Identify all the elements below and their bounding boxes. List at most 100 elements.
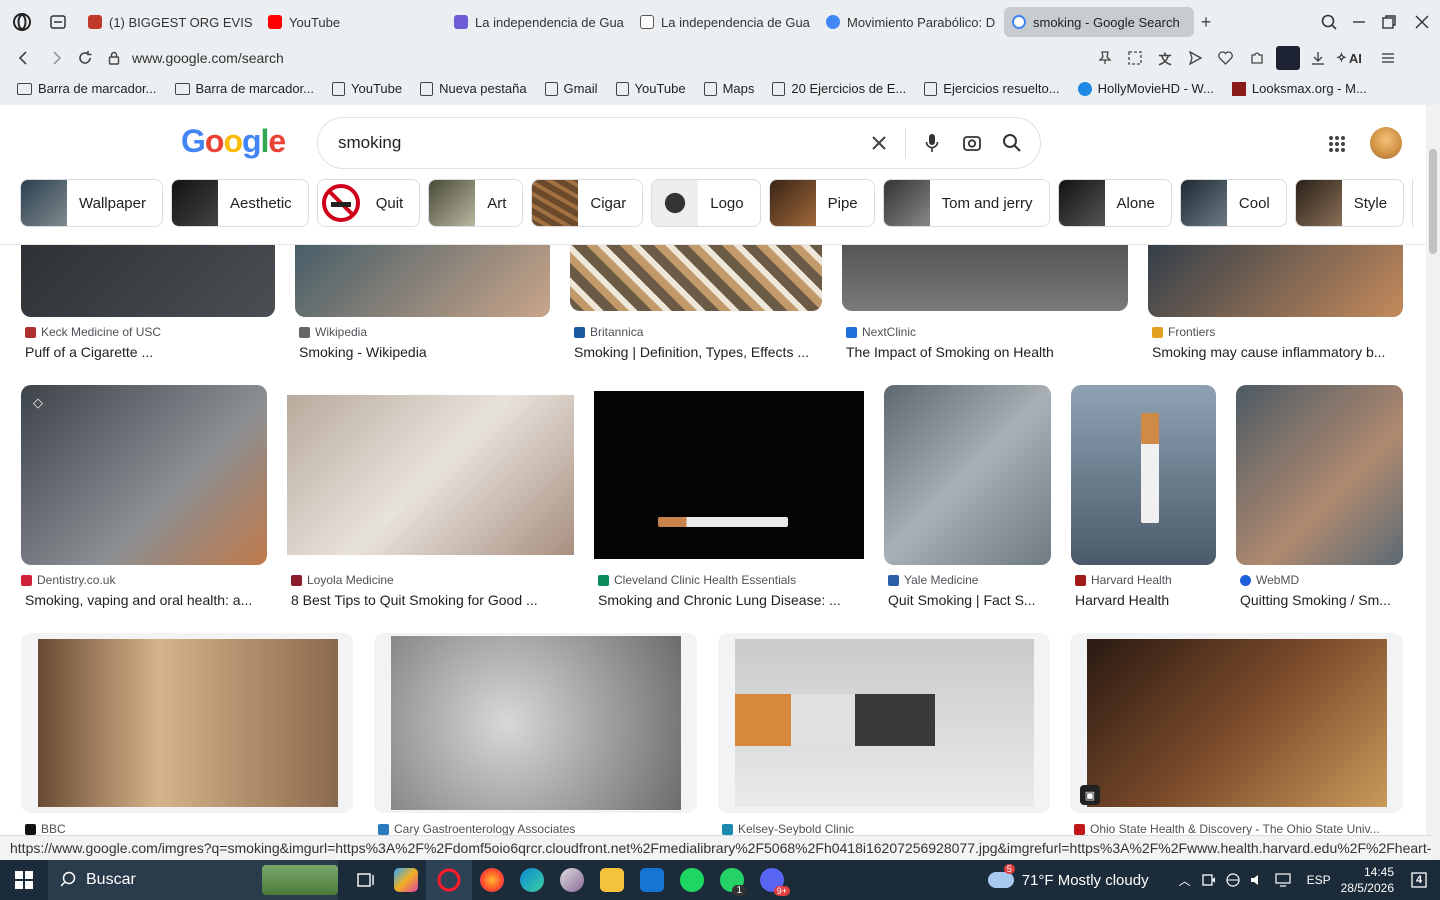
result-source[interactable]: WebMD (1240, 573, 1299, 587)
aria-ai-button[interactable]: ✧ AI (1336, 50, 1370, 66)
url-field[interactable]: www.google.com/search (132, 50, 1092, 66)
snapshot-icon[interactable] (1122, 45, 1148, 71)
workspaces-icon[interactable] (44, 0, 72, 44)
search-icon[interactable] (992, 123, 1032, 163)
tab-2[interactable]: La independencia de Guay (446, 7, 632, 37)
result-title[interactable]: Puff of a Cigarette ... (25, 344, 275, 360)
result-source[interactable]: Wikipedia (299, 325, 367, 339)
new-tab-icon[interactable]: + (1194, 10, 1218, 34)
image-result[interactable]: BBC (21, 633, 353, 843)
easy-setup-icon[interactable] (1374, 45, 1402, 71)
result-title[interactable]: Quit Smoking | Fact S... (888, 592, 1051, 608)
image-result[interactable]: Kelsey-Seybold Clinic (718, 633, 1050, 843)
chip-quit[interactable]: Quit (316, 179, 421, 227)
image-result[interactable]: Keck Medicine of USC Puff of a Cigarette… (21, 225, 275, 365)
search-box[interactable]: smoking (317, 117, 1041, 169)
bookmark-item[interactable]: Gmail (536, 81, 607, 96)
result-source[interactable]: NextClinic (846, 325, 916, 339)
opera-taskbar-icon[interactable] (426, 860, 472, 900)
send-icon[interactable] (1182, 45, 1208, 71)
result-thumbnail[interactable] (1087, 639, 1387, 807)
bookmark-item[interactable]: 20 Ejercicios de E... (763, 81, 915, 96)
voice-search-icon[interactable] (912, 123, 952, 163)
result-thumbnail[interactable] (38, 639, 338, 807)
bookmark-item[interactable]: YouTube (607, 81, 695, 96)
chip-cigar[interactable]: Cigar (531, 179, 644, 227)
bookmark-item[interactable]: YouTube (323, 81, 411, 96)
chip-art[interactable]: Art (428, 179, 524, 227)
bookmark-item[interactable]: Nueva pestaña (411, 81, 535, 96)
scrollbar-thumb[interactable] (1429, 149, 1437, 254)
image-result[interactable]: Wikipedia Smoking - Wikipedia (295, 225, 550, 365)
result-source[interactable]: Dentistry.co.uk (21, 573, 115, 587)
lens-search-icon[interactable] (952, 123, 992, 163)
forward-icon[interactable] (46, 44, 68, 72)
bookmark-folder[interactable]: Barra de marcador... (166, 81, 324, 96)
volume-icon[interactable] (1245, 860, 1269, 900)
site-info-icon[interactable] (102, 44, 126, 72)
bookmark-item[interactable]: Ejercicios resuelto... (915, 81, 1068, 96)
result-title[interactable]: The Impact of Smoking on Health (846, 344, 1128, 360)
translate-icon[interactable]: 文 (1152, 45, 1178, 71)
tab-active[interactable]: smoking - Google Search (1004, 7, 1194, 37)
result-thumbnail[interactable]: ◇ (21, 385, 267, 565)
image-result[interactable]: ◇ Dentistry.co.uk Smoking, vaping and or… (21, 385, 267, 615)
result-title[interactable]: 8 Best Tips to Quit Smoking for Good ... (291, 592, 574, 608)
result-title[interactable]: Harvard Health (1075, 592, 1216, 608)
image-result[interactable]: Britannica Smoking | Definition, Types, … (570, 225, 822, 365)
result-title[interactable]: Smoking and Chronic Lung Disease: ... (598, 592, 864, 608)
reload-icon[interactable] (68, 44, 102, 72)
google-logo[interactable]: Google (181, 123, 286, 160)
result-title[interactable]: Smoking - Wikipedia (299, 344, 549, 360)
result-source[interactable]: Frontiers (1152, 325, 1215, 339)
chip-tom-and-jerry[interactable]: Tom and jerry (882, 179, 1050, 227)
chip-wallpaper[interactable]: Wallpaper (20, 179, 163, 227)
opera-logo-icon[interactable] (0, 0, 44, 44)
image-result[interactable]: Cleveland Clinic Health Essentials Smoki… (594, 385, 864, 615)
firefox-icon[interactable] (472, 860, 512, 900)
discord-icon[interactable]: 9+ (752, 860, 792, 900)
bookmark-item[interactable]: Maps (695, 81, 764, 96)
tab-3[interactable]: La independencia de Guay (632, 7, 818, 37)
image-result[interactable]: Loyola Medicine 8 Best Tips to Quit Smok… (287, 385, 574, 615)
weather-widget[interactable]: 5 71°F Mostly cloudy (987, 863, 1149, 889)
result-source[interactable]: Loyola Medicine (291, 573, 394, 587)
notifications-icon[interactable]: 4 (1404, 865, 1434, 895)
display-icon[interactable] (1269, 860, 1297, 900)
meet-icon[interactable] (1197, 860, 1221, 900)
task-view-icon[interactable] (346, 860, 386, 900)
chip-style[interactable]: Style (1294, 179, 1405, 227)
bookmark-item[interactable]: Looksmax.org - M... (1223, 81, 1376, 96)
image-result[interactable]: ▣ Ohio State Health & Discovery - The Oh… (1070, 633, 1403, 843)
image-result[interactable]: NextClinic The Impact of Smoking on Heal… (842, 225, 1128, 365)
chip-pipe[interactable]: Pipe (768, 179, 875, 227)
edge-icon[interactable] (512, 860, 552, 900)
tab-0[interactable]: (1) BIGGEST ORG EVISCER (80, 7, 260, 37)
tab-1[interactable]: YouTube (260, 7, 446, 37)
chip-logo[interactable]: Logo (651, 179, 761, 227)
result-thumbnail[interactable] (594, 391, 864, 559)
result-thumbnail[interactable] (1071, 385, 1216, 565)
image-result[interactable]: Frontiers Smoking may cause inflammatory… (1148, 225, 1403, 365)
taskbar-search[interactable]: Buscar (48, 860, 338, 900)
result-source[interactable]: Yale Medicine (888, 573, 978, 587)
tab-4[interactable]: Movimiento Parabólico: Di (818, 7, 1004, 37)
search-tabs-icon[interactable] (1314, 7, 1344, 37)
result-title[interactable]: Quitting Smoking / Sm... (1240, 592, 1403, 608)
extensions-icon[interactable] (1242, 45, 1272, 71)
image-result[interactable]: Harvard Health Harvard Health (1071, 385, 1216, 615)
result-source[interactable]: Kelsey-Seybold Clinic (722, 822, 854, 836)
input-language[interactable]: ESP (1307, 873, 1331, 887)
profile-extension-icon[interactable] (1276, 46, 1300, 70)
image-result[interactable]: WebMD Quitting Smoking / Sm... (1236, 385, 1403, 615)
result-source[interactable]: BBC (25, 822, 66, 836)
outlook-icon[interactable] (632, 860, 672, 900)
chevron-up-icon[interactable]: ︿ (1173, 860, 1197, 900)
result-title[interactable]: Smoking, vaping and oral health: a... (25, 592, 267, 608)
google-apps-icon[interactable] (1322, 129, 1352, 159)
download-icon[interactable] (1304, 45, 1332, 71)
windows-start-icon[interactable] (0, 860, 48, 900)
app-icon[interactable] (552, 860, 592, 900)
page-scrollbar[interactable] (1426, 105, 1440, 860)
bookmark-folder[interactable]: Barra de marcador... (8, 81, 166, 96)
